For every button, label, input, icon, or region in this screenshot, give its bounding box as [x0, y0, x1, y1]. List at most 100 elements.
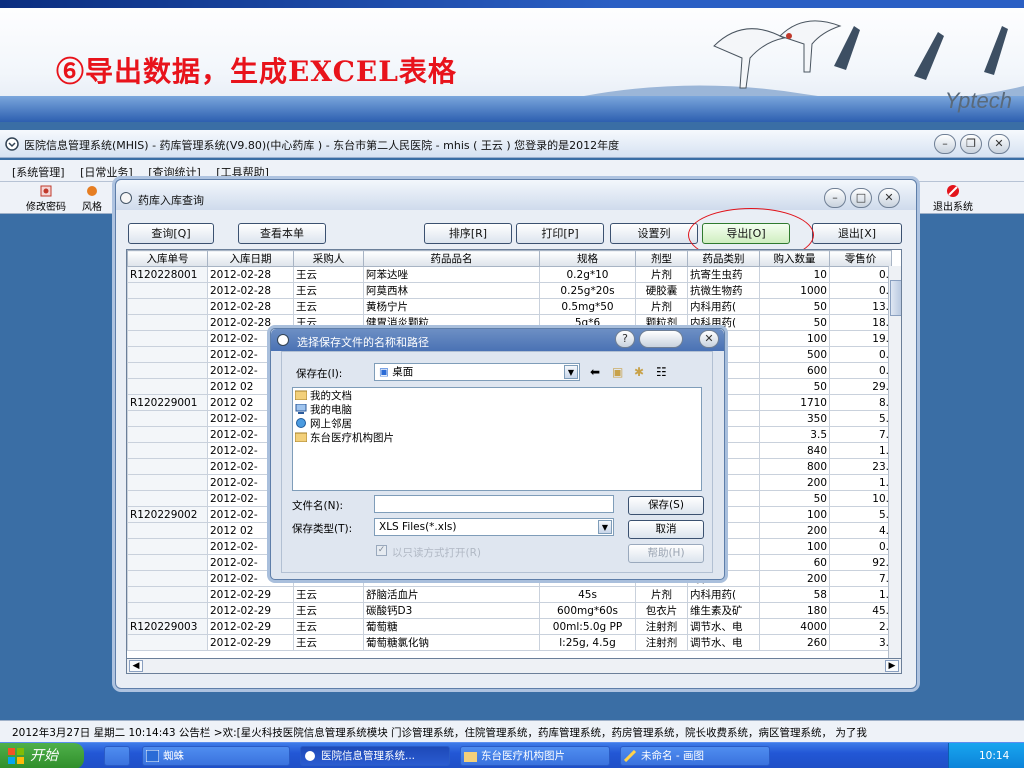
table-cell: 180: [759, 602, 830, 619]
help-button[interactable]: 帮助(H): [628, 544, 704, 563]
table-cell: [127, 330, 208, 347]
table-row[interactable]: 2012-02-29 王云 葡萄糖氯化钠 l:25g, 4.5g 注射剂 调节水、电 260…: [127, 634, 892, 651]
table-cell: 29.: [829, 378, 892, 395]
exit-button[interactable]: 退出[X]: [812, 223, 902, 244]
up-folder-icon[interactable]: ▣: [612, 365, 623, 379]
minimize-button[interactable]: –: [934, 134, 956, 154]
readonly-checkbox[interactable]: ✓: [376, 545, 387, 556]
table-row[interactable]: 2012-02-28 王云 黄杨宁片 0.5mg*50 片剂 内科用药(50 13.: [127, 298, 892, 315]
table-cell: 200: [759, 522, 830, 539]
table-header-row: 入库单号 入库日期 采购人 药品品名 规格 剂型 药品类别 购入数量 零售价: [127, 250, 892, 267]
style-tool[interactable]: 风格: [82, 184, 102, 213]
column-header[interactable]: 入库日期: [207, 250, 294, 267]
exit-system-tool[interactable]: 退出系统: [933, 184, 973, 213]
save-button[interactable]: 保存(S): [628, 496, 704, 515]
yptech-logo: Yptech: [944, 88, 1012, 113]
task-hospital-system[interactable]: 医院信息管理系统...: [300, 746, 450, 766]
column-header[interactable]: 药品品名: [363, 250, 540, 267]
table-cell: [127, 458, 208, 475]
table-cell: 50: [759, 298, 830, 315]
column-header[interactable]: 采购人: [293, 250, 364, 267]
vertical-scroll-thumb[interactable]: [890, 280, 901, 316]
inventory-maximize-button[interactable]: □: [850, 188, 872, 208]
change-password-tool[interactable]: 修改密码: [26, 184, 66, 213]
scroll-left-arrow-icon[interactable]: ◀: [129, 660, 143, 672]
table-cell: [127, 490, 208, 507]
list-item-label: 网上邻居: [310, 418, 352, 430]
chevron-down-icon[interactable]: ▼: [564, 365, 578, 379]
view-menu-icon[interactable]: ☷: [656, 365, 667, 379]
table-cell: 5.: [829, 506, 892, 523]
menu-daily[interactable]: [日常业务]: [80, 164, 133, 180]
column-header[interactable]: 规格: [539, 250, 636, 267]
file-type-combo[interactable]: XLS Files(*.xls) ▼: [374, 518, 614, 536]
start-button[interactable]: 开始: [0, 743, 84, 768]
quick-launch-ie-icon[interactable]: [104, 746, 130, 766]
table-cell: 2012-02-29: [207, 602, 294, 619]
table-row[interactable]: 2012-02-29 王云 舒脑活血片 45s 片剂 内科用药(58 1.: [127, 586, 892, 603]
save-in-combo[interactable]: ▣ 桌面 ▼: [374, 363, 580, 381]
list-item[interactable]: 网上邻居: [295, 418, 352, 431]
dialog-blank-button[interactable]: [639, 330, 683, 348]
windows-logo-icon: [8, 748, 24, 764]
column-header[interactable]: 购入数量: [759, 250, 830, 267]
dialog-help-icon[interactable]: ?: [615, 330, 635, 348]
task-spider[interactable]: 蜘蛛: [142, 746, 290, 766]
list-item[interactable]: 我的文档: [295, 390, 352, 403]
print-button[interactable]: 打印[P]: [516, 223, 604, 244]
documents-folder-icon: [295, 390, 307, 400]
table-cell: 2012-02-28: [207, 282, 294, 299]
table-cell: [127, 570, 208, 587]
dialog-body: 保存在(I): ▣ 桌面 ▼ ⬅ ▣ ✱ ☷ 我的文档 我的电脑 网上邻居 东台…: [281, 351, 713, 573]
table-row[interactable]: 2012-02-29 王云 碳酸钙D3 600mg*60s 包衣片 维生素及矿 180 45.: [127, 602, 892, 619]
menu-tools[interactable]: [工具帮助]: [216, 164, 269, 180]
inventory-minimize-button[interactable]: –: [824, 188, 846, 208]
file-name-input[interactable]: [374, 495, 614, 513]
dialog-menu-icon[interactable]: [277, 334, 289, 346]
query-button[interactable]: 查询[Q]: [128, 223, 214, 244]
table-cell: 200: [759, 570, 830, 587]
vertical-scrollbar[interactable]: [888, 266, 901, 658]
chevron-down-icon[interactable]: ▼: [598, 520, 612, 534]
menu-system[interactable]: [系统管理]: [12, 164, 65, 180]
view-detail-button[interactable]: 查看本单: [238, 223, 326, 244]
table-row[interactable]: R120228001 2012-02-28 王云 阿苯达唑 0.2g*10 片剂 抗寄生虫药…: [127, 266, 892, 283]
table-cell: 硬胶囊: [635, 282, 688, 299]
task-folder[interactable]: 东台医疗机构图片: [460, 746, 610, 766]
column-header[interactable]: 药品类别: [687, 250, 760, 267]
maximize-button[interactable]: ❐: [960, 134, 982, 154]
set-columns-button[interactable]: 设置列: [610, 223, 698, 244]
column-header[interactable]: 剂型: [635, 250, 688, 267]
table-cell: 王云: [293, 266, 364, 283]
table-cell: 350: [759, 410, 830, 427]
inventory-close-button[interactable]: ✕: [878, 188, 900, 208]
table-row[interactable]: 2012-02-28 王云 阿莫西林 0.25g*20s 硬胶囊 抗微生物药 1000 0.: [127, 282, 892, 299]
dialog-close-button[interactable]: ✕: [699, 330, 719, 348]
table-cell: [127, 378, 208, 395]
table-cell: [127, 346, 208, 363]
scroll-right-arrow-icon[interactable]: ▶: [885, 660, 899, 672]
list-item[interactable]: 我的电脑: [295, 404, 352, 417]
close-button[interactable]: ✕: [988, 134, 1010, 154]
tutorial-banner: ⑥导出数据，生成EXCEL表格 Yptech: [0, 0, 1024, 122]
table-cell: 100: [759, 506, 830, 523]
column-header[interactable]: 入库单号: [127, 250, 208, 267]
style-label: 风格: [82, 202, 102, 213]
list-item[interactable]: 东台医疗机构图片: [295, 432, 394, 445]
app-icon: [305, 751, 315, 761]
window-menu-icon[interactable]: [120, 192, 132, 204]
new-folder-icon[interactable]: ✱: [634, 365, 644, 379]
spider-icon: [146, 750, 159, 762]
table-cell: 碳酸钙D3: [363, 602, 540, 619]
table-row[interactable]: R120229003 2012-02-29 王云 葡萄糖 00ml:5.0g PP 注射剂…: [127, 618, 892, 635]
sort-button[interactable]: 排序[R]: [424, 223, 512, 244]
horizontal-scrollbar[interactable]: ◀ ▶: [126, 658, 902, 674]
cancel-button[interactable]: 取消: [628, 520, 704, 539]
clock[interactable]: 10:14: [979, 750, 1009, 762]
list-item-label: 我的电脑: [310, 404, 352, 416]
table-cell: 45s: [539, 586, 636, 603]
menu-query[interactable]: [查询统计]: [148, 164, 201, 180]
back-arrow-icon[interactable]: ⬅: [590, 365, 600, 379]
task-paint[interactable]: 未命名 - 画图: [620, 746, 770, 766]
column-header[interactable]: 零售价: [829, 250, 892, 267]
